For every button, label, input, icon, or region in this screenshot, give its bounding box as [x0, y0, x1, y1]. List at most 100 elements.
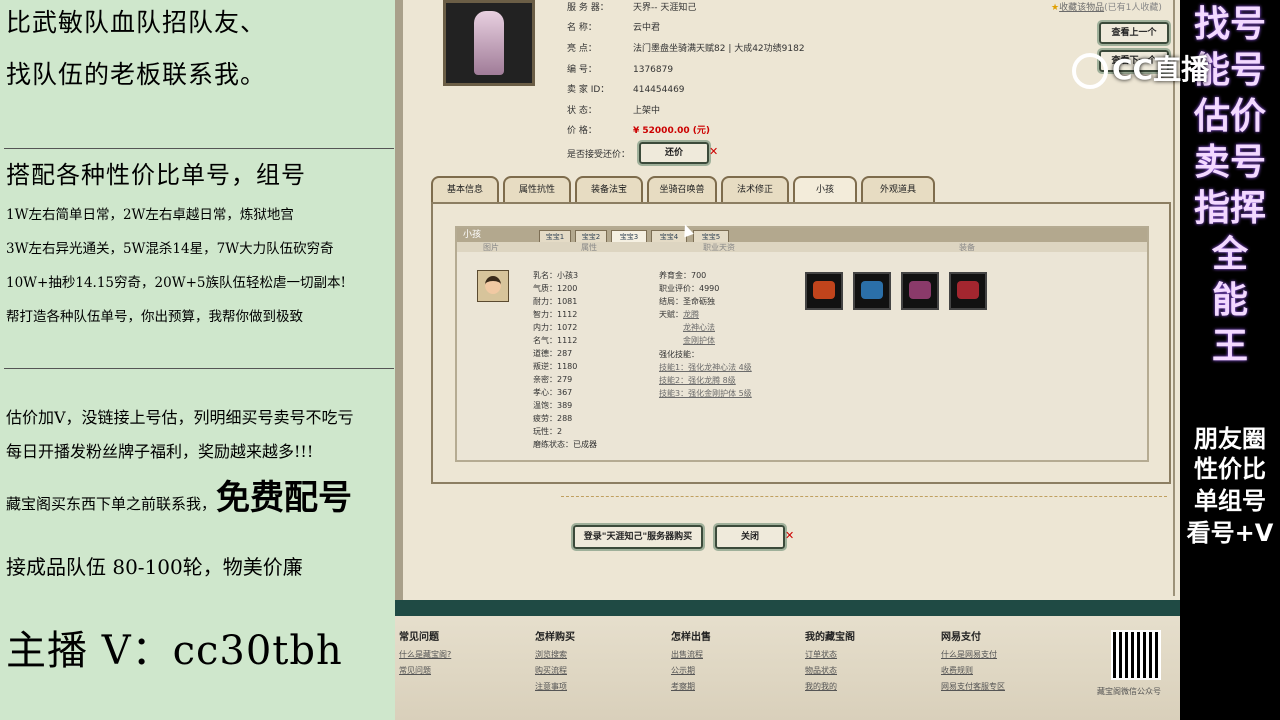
divider [561, 496, 1167, 497]
footer-column-title: 网易支付 [941, 632, 981, 643]
site-footer: 常见问题 什么是藏宝阁? 常见问题 怎样购买 浏览搜索 购买流程 注意事项 怎样出售 出售流程公… [395, 600, 1180, 720]
robe-icon [861, 281, 883, 299]
prev-item-button[interactable]: 查看上一个 [1097, 20, 1171, 46]
equip-slot-1[interactable] [805, 272, 843, 310]
slogan-row: 估价 [1180, 94, 1280, 140]
promo-line: 每日开播发粉丝牌子福利，奖励越来越多!!! [6, 442, 314, 461]
child-stat: 智力：1112 [533, 310, 578, 319]
divider [4, 148, 394, 149]
slogan-char: 指 [1193, 188, 1230, 229]
footer-link[interactable]: 什么是网易支付 [941, 647, 1005, 663]
close-button[interactable]: 关闭 [713, 523, 787, 551]
job-eval: 职业评价：4990 [659, 284, 720, 293]
talent-link[interactable]: 龙腾 [683, 309, 699, 320]
skill-link[interactable]: 技能3：强化金刚护体 5级 [659, 388, 752, 399]
footer-column: 怎样出售 出售流程 公示期 考察期 [671, 628, 711, 695]
footer-link[interactable]: 我的我的 [805, 679, 855, 695]
cc-live-logo: CC直播 [1072, 48, 1242, 90]
footer-link[interactable]: 浏览搜索 [535, 647, 575, 663]
child-face [485, 276, 501, 294]
slogan-row: 能 [1180, 278, 1280, 324]
footer-link[interactable]: 购买流程 [535, 663, 575, 679]
slogan-char: 号 [1230, 4, 1267, 45]
equip-slot-3[interactable] [901, 272, 939, 310]
footer-link[interactable]: 考察期 [671, 679, 711, 695]
footer-column: 我的藏宝阁 订单状态 物品状态 我的我的 [805, 628, 855, 695]
footer-link[interactable]: 公示期 [671, 663, 711, 679]
skill-link[interactable]: 技能2：强化龙腾 8级 [659, 375, 736, 386]
slogan-line: 单组号 [1194, 487, 1266, 515]
child-stat: 气质：1200 [533, 284, 578, 293]
promo-panel-left: 比武敏队血队招队友、 找队伍的老板联系我。 搭配各种性价比单号，组号 1W左右简… [0, 0, 395, 720]
promo-line: 接成品队伍 80-100轮，物美价廉 [6, 555, 303, 579]
tab-attributes[interactable]: 属性抗性 [503, 176, 571, 202]
footer-column: 常见问题 什么是藏宝阁? 常见问题 [399, 628, 451, 679]
child-stat: 温饱：389 [533, 401, 573, 410]
skill-link[interactable]: 技能1：强化龙神心法 4级 [659, 362, 752, 373]
slogan-char: 估 [1193, 96, 1230, 137]
footer-column-title: 怎样购买 [535, 632, 575, 643]
child-stat: 玩性：2 [533, 427, 563, 436]
footer-column-title: 常见问题 [399, 632, 439, 643]
child-stat: 名气：1112 [533, 336, 578, 345]
slogan-char: 号 [1230, 142, 1267, 183]
login-buy-button[interactable]: 登录"天涯知己"服务器购买 [571, 523, 705, 551]
talent-link[interactable]: 金刚护体 [683, 335, 715, 346]
child-ending: 结局：圣命砺独 [659, 297, 715, 306]
footer-link[interactable]: 常见问题 [399, 663, 451, 679]
slogan-line: 看号+V [1186, 519, 1274, 547]
divider [4, 368, 394, 369]
status-label: 状 态： [567, 106, 597, 116]
slogan-char: 挥 [1230, 188, 1267, 229]
promo-line: 估价加V，没链接上号估，列明细买号卖号不吃亏 [6, 408, 354, 427]
skill-label: 强化技能： [659, 350, 699, 359]
equip-slot-2[interactable] [853, 272, 891, 310]
slogan-char: 全 [1211, 234, 1248, 275]
raise-fund: 养育金：700 [659, 271, 707, 280]
promo-line: 10W+抽秒14.15穷奇，20W+5族队伍轻松虐一切副本! [6, 275, 346, 291]
seller-label: 卖 家 ID： [567, 85, 610, 95]
tab-appearance[interactable]: 外观道具 [861, 176, 935, 202]
footer-link[interactable]: 注意事项 [535, 679, 575, 695]
footer-link[interactable]: 出售流程 [671, 647, 711, 663]
talent-label: 天赋： [659, 310, 683, 319]
window-frame [395, 0, 403, 600]
slogan-line: 朋友圈 [1194, 425, 1266, 453]
promo-line: 搭配各种性价比单号，组号 [6, 161, 306, 189]
promo-highlight: 免费配号 [216, 478, 353, 518]
equip-slot-4[interactable] [949, 272, 987, 310]
game-window: 服 务 器： 天界-- 天涯知己 ★收藏该物品(已有1人收藏) 名 称： 云中君 亮… [395, 0, 1180, 720]
tab-mounts[interactable]: 坐骑召唤兽 [647, 176, 717, 202]
highlight-label: 亮 点： [567, 44, 597, 54]
col-attributes: 属性 [581, 243, 597, 252]
child-stat: 内力：1072 [533, 323, 578, 332]
child-stat: 耐力：1081 [533, 297, 578, 306]
column-header: 图片 属性 职业天资 装备 [457, 242, 1147, 252]
slogan-char: 王 [1211, 326, 1248, 367]
slogan-char: 能 [1211, 280, 1248, 321]
footer-link[interactable]: 物品状态 [805, 663, 855, 679]
cc-logo-icon [1072, 53, 1108, 89]
slogan-row: 指挥 [1180, 186, 1280, 232]
footer-link[interactable]: 什么是藏宝阁? [399, 647, 451, 663]
child-stat: 疲劳：288 [533, 414, 573, 423]
talent-link[interactable]: 龙神心法 [683, 322, 715, 333]
footer-link[interactable]: 收费规则 [941, 663, 1005, 679]
qr-code [1111, 630, 1161, 680]
slogan-row: 王 [1180, 324, 1280, 370]
tab-equipment[interactable]: 装备法宝 [575, 176, 643, 202]
footer-link[interactable]: 订单状态 [805, 647, 855, 663]
price-value: ¥ 52000.00 (元) [633, 126, 711, 136]
bargain-button[interactable]: 还价 [637, 140, 711, 166]
promo-line: 帮打造各种队伍单号，你出预算，我帮你做到极致 [6, 309, 303, 325]
weapon-icon [909, 281, 931, 299]
tab-children[interactable]: 小孩 [793, 176, 857, 202]
collect-link[interactable]: 收藏该物品 [1059, 3, 1104, 13]
footer-link[interactable]: 网易支付客服专区 [941, 679, 1005, 695]
tab-basic-info[interactable]: 基本信息 [431, 176, 499, 202]
host-contact: 主播 V：cc30tbh [6, 628, 343, 674]
child-stat: 亲密：279 [533, 375, 573, 384]
tab-spells[interactable]: 法术修正 [721, 176, 789, 202]
promo-line: 3W左右异光通关，5W混杀14星，7W大力队伍砍穷奇 [6, 241, 334, 257]
child-stat: 乳名：小孩3 [533, 271, 579, 280]
